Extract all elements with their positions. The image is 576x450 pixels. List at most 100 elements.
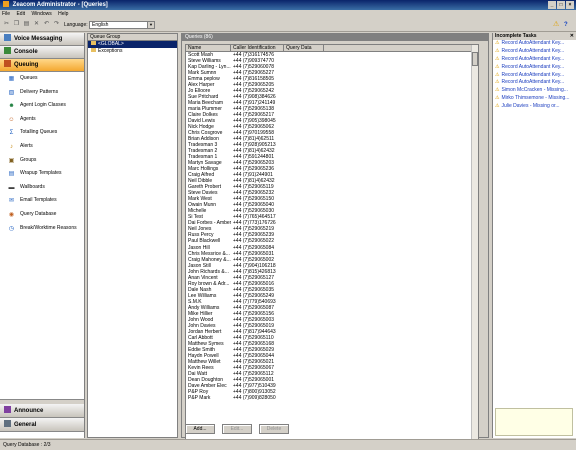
redo-icon[interactable]: ↷ <box>53 21 60 28</box>
task-label: Record AutoAttendant Key... <box>501 63 565 70</box>
queries-buttons: Add... Edit... Delete <box>185 424 289 434</box>
queue-group-item-exceptions[interactable]: Exceptions <box>88 48 177 55</box>
window-title: Zeacom Administrator - [Queries] <box>12 2 108 8</box>
column-header-query-data[interactable]: Query Data <box>284 45 324 51</box>
queries-table-header: Name Caller Identification Query Data <box>186 45 478 52</box>
nav-item-label: Agents <box>20 115 36 122</box>
tasks-title: Incomplete Tasks <box>495 33 537 39</box>
menu-file[interactable]: File <box>2 11 10 17</box>
delete-icon[interactable]: ✕ <box>33 21 40 28</box>
console-icon <box>4 47 11 54</box>
menu-windows[interactable]: Windows <box>31 11 51 17</box>
delete-button[interactable]: Delete <box>259 424 289 434</box>
toolbar: ✂ ❐ ▤ ✕ ↶ ↷ Language: English ▼ ⚠ ? <box>0 18 576 32</box>
nav-section-console[interactable]: Console <box>0 46 84 59</box>
language-select[interactable]: English ▼ <box>89 21 155 29</box>
nav-section-label: Console <box>14 49 38 55</box>
nav-section-voice-messaging[interactable]: Voice Messaging <box>0 33 84 46</box>
nav-section-label: Announce <box>14 408 44 414</box>
queuing-items: ▦ Queues ▧ Delivery Patterns ☻ Agent Login … <box>0 72 84 235</box>
close-icon[interactable]: ✕ <box>570 33 574 40</box>
nav-item-wrapup-templates[interactable]: ▤ Wrapup Templates <box>0 167 84 181</box>
nav-item-label: Totalling Queues <box>20 129 58 136</box>
cell-caller-id: +44 (7)909)828050 <box>233 394 276 401</box>
minimize-button[interactable]: _ <box>548 1 556 9</box>
nav-section-queuing[interactable]: Queuing <box>0 59 84 72</box>
nav-item-label: Delivery Patterns <box>20 88 59 95</box>
vertical-scrollbar[interactable] <box>471 45 478 450</box>
task-label: Record AutoAttendant Key... <box>501 47 565 54</box>
maximize-button[interactable]: □ <box>557 1 565 9</box>
wrapup-templates-icon: ▤ <box>8 171 15 178</box>
task-item[interactable]: ⚠ Record AutoAttendant Key... <box>493 56 576 64</box>
task-detail-box <box>495 408 573 436</box>
nav-item-queues[interactable]: ▦ Queues <box>0 72 84 86</box>
voice-messaging-icon <box>4 34 11 41</box>
nav-section-announce[interactable]: Announce <box>0 404 84 418</box>
task-item[interactable]: ⚠ Record AutoAttendant Key... <box>493 72 576 80</box>
menu-edit[interactable]: Edit <box>16 11 25 17</box>
edit-button[interactable]: Edit... <box>222 424 252 434</box>
column-header-name[interactable]: Name <box>186 45 231 51</box>
nav-item-email-templates[interactable]: ✉ Email Templates <box>0 194 84 208</box>
queuing-icon <box>4 60 11 67</box>
nav-item-agents[interactable]: ☺ Agents <box>0 113 84 127</box>
paste-icon[interactable]: ▤ <box>23 21 30 28</box>
table-row[interactable]: P&P Mark +44 (7)909)828050 <box>186 395 478 401</box>
nav-item-delivery-patterns[interactable]: ▧ Delivery Patterns <box>0 86 84 100</box>
groups-icon: ▣ <box>8 157 15 164</box>
nav-item-groups[interactable]: ▣ Groups <box>0 154 84 168</box>
queries-rows: Scott Mash +44 (7)316174576 Steve Williams… <box>186 52 478 401</box>
close-button[interactable]: × <box>566 1 574 9</box>
queue-group-label: Exceptions <box>98 48 123 54</box>
scrollbar-thumb[interactable] <box>472 52 478 66</box>
break-worktime-reasons-icon: ◷ <box>8 225 15 232</box>
chevron-down-icon[interactable]: ▼ <box>147 22 154 28</box>
task-item[interactable]: ⚠ Record AutoAttendant Key... <box>493 48 576 56</box>
nav-item-query-database[interactable]: ◉ Query Database <box>0 208 84 222</box>
task-item[interactable]: ⚠ Mirko Thimsemone - Missing... <box>493 95 576 103</box>
nav-item-label: Groups <box>20 156 37 163</box>
nav-section-label: General <box>14 422 37 428</box>
nav-section-general[interactable]: General <box>0 418 84 432</box>
nav-item-label: Wrapup Templates <box>20 170 62 177</box>
cut-icon[interactable]: ✂ <box>3 21 10 28</box>
nav-item-label: Agent Login Classes <box>20 102 66 109</box>
queue-group-header[interactable]: Queue Group <box>88 34 177 41</box>
task-item[interactable]: ⚠ Record AutoAttendant Key... <box>493 79 576 87</box>
undo-icon[interactable]: ↶ <box>43 21 50 28</box>
folder-icon <box>91 48 96 52</box>
nav-item-agent-login-classes[interactable]: ☻ Agent Login Classes <box>0 99 84 113</box>
task-item[interactable]: ⚠ Record AutoAttendant Key... <box>493 64 576 72</box>
title-bar: Zeacom Administrator - [Queries] _ □ × <box>0 0 576 10</box>
copy-icon[interactable]: ❐ <box>13 21 20 28</box>
task-item[interactable]: ⚠ Julie Davies - Missing or... <box>493 103 576 111</box>
nav-item-break-worktime-reasons[interactable]: ◷ Break/Worktime Reasons <box>0 222 84 236</box>
nav-item-wallboards[interactable]: ▬ Wallboards <box>0 181 84 195</box>
warning-icon[interactable]: ⚠ <box>553 21 561 29</box>
agent-login-classes-icon: ☻ <box>8 103 15 110</box>
email-templates-icon: ✉ <box>8 198 15 205</box>
nav-item-alerts[interactable]: ♪ Alerts <box>0 140 84 154</box>
delivery-patterns-icon: ▧ <box>8 89 15 96</box>
queue-group-panel: Queue Group <GLOBAL> Exceptions <box>87 33 178 438</box>
navigation-pane: Voice Messaging Console Queuing ▦ Queues … <box>0 33 85 438</box>
warning-icon: ⚠ <box>495 79 500 86</box>
window-controls: _ □ × <box>548 1 574 9</box>
tasks-caption: Incomplete Tasks ✕ <box>493 33 576 40</box>
query-database-icon: ◉ <box>8 211 15 218</box>
add-button[interactable]: Add... <box>185 424 215 434</box>
nav-item-totalling-queues[interactable]: Σ Totalling Queues <box>0 126 84 140</box>
task-item[interactable]: ⚠ Simon McCracken - Missing... <box>493 87 576 95</box>
task-label: Mirko Thimsemone - Missing... <box>501 95 570 102</box>
menu-help[interactable]: Help <box>58 11 68 17</box>
warning-icon: ⚠ <box>495 55 500 62</box>
queue-group-label: <GLOBAL> <box>98 41 124 47</box>
queue-group-item-global[interactable]: <GLOBAL> <box>88 41 177 48</box>
agents-icon: ☺ <box>8 116 15 123</box>
help-icon[interactable]: ? <box>564 21 572 29</box>
task-item[interactable]: ⚠ Record AutoAttendant Key... <box>493 40 576 48</box>
column-header-caller-id[interactable]: Caller Identification <box>231 45 284 51</box>
queries-caption: Queries (86) <box>182 34 488 41</box>
warning-icon: ⚠ <box>495 40 500 46</box>
